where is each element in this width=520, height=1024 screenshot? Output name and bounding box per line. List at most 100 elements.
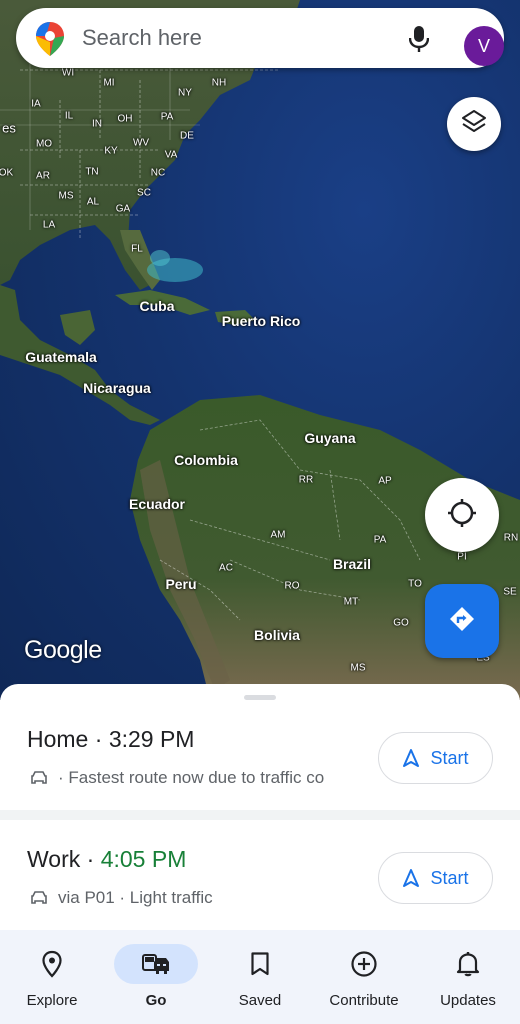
nav-label: Explore — [26, 992, 78, 1009]
car-icon — [30, 770, 48, 786]
google-attribution-logo: Google — [24, 636, 102, 664]
map-label-nh: NH — [211, 77, 227, 89]
map-label-il: IL — [64, 110, 74, 122]
map-label-ap: AP — [378, 475, 392, 487]
crosshair-icon — [447, 498, 477, 533]
map-label-wi: WI — [61, 67, 75, 79]
map-label-mt: MT — [343, 596, 359, 608]
map-label-ar: AR — [36, 170, 50, 182]
map-label-tn: TN — [85, 166, 99, 178]
start-label: Start — [430, 747, 469, 768]
route-separator: · — [80, 846, 101, 872]
map-label-pa-br: PA — [373, 534, 387, 546]
pin-icon — [42, 950, 62, 978]
map-label-ok: OK — [0, 167, 14, 179]
navigation-arrow-icon — [403, 869, 420, 887]
map-label-se: SE — [503, 586, 517, 598]
route-detail-text: via P01 · Light traffic — [58, 888, 213, 907]
map-label-ms: MS — [58, 190, 74, 202]
mic-icon[interactable] — [402, 22, 436, 56]
route-time: 4:05 PM — [100, 846, 187, 872]
start-button-work[interactable]: Start — [378, 852, 493, 904]
nav-label: Updates — [440, 992, 496, 1009]
bell-icon — [456, 952, 480, 977]
map-label-nicaragua: Nicaragua — [83, 380, 151, 396]
nav-item-go[interactable]: Go — [104, 930, 208, 1024]
route-separator: · — [88, 726, 109, 752]
route-place: Home — [27, 726, 89, 752]
divider — [0, 810, 520, 820]
route-title: Work · 4:05 PM — [27, 846, 186, 873]
map-label-am: AM — [270, 529, 286, 541]
nav-label: Saved — [238, 992, 282, 1009]
map-label-ky: KY — [104, 145, 118, 157]
map-label-ro: RO — [284, 580, 300, 592]
route-place: Work — [27, 846, 81, 872]
map-label-mo: MO — [35, 138, 53, 150]
map-label-de: DE — [180, 130, 194, 142]
map-label-al: AL — [86, 196, 100, 208]
my-location-button[interactable] — [425, 478, 499, 552]
map-label-ga: GA — [115, 203, 131, 215]
car-icon — [142, 954, 169, 974]
map-label-ms-br: MS — [350, 662, 366, 674]
map-label-wv: WV — [132, 137, 150, 149]
map-label-bolivia: Bolivia — [254, 627, 300, 643]
map-label-nc: NC — [150, 167, 166, 179]
map-label-mi: MI — [103, 77, 115, 89]
map-label-pa: PA — [160, 111, 174, 123]
map-label-rr: RR — [298, 474, 314, 486]
map-label-go: GO — [393, 617, 409, 629]
map-label-in: IN — [92, 118, 102, 130]
maps-logo-icon — [36, 22, 64, 56]
map-label-colombia: Colombia — [174, 452, 238, 468]
map-label-guatemala: Guatemala — [25, 349, 97, 365]
map-label-pi: PI — [457, 551, 467, 563]
map-label-to: TO — [408, 578, 422, 590]
route-title: Home · 3:29 PM — [27, 726, 194, 753]
map-label-peru: Peru — [165, 576, 197, 592]
map-label-sc: SC — [137, 187, 151, 199]
map-label-ia: IA — [31, 98, 41, 110]
map-label-brazil: Brazil — [332, 556, 372, 572]
map-label-ny: NY — [178, 87, 192, 99]
search-input[interactable] — [82, 22, 382, 54]
layers-button[interactable] — [447, 97, 501, 151]
nav-item-explore[interactable]: Explore — [0, 930, 104, 1024]
route-detail-text: · Fastest route now due to traffic co — [58, 768, 325, 787]
map-label-va: VA — [164, 149, 178, 161]
nav-item-saved[interactable]: Saved — [208, 930, 312, 1024]
map-label-es: es — [2, 120, 16, 136]
directions-icon — [448, 605, 476, 638]
route-card-home[interactable]: Home · 3:29 PM · Fastest route now due t… — [0, 700, 520, 810]
route-detail: via P01 · Light traffic — [30, 888, 370, 908]
nav-item-updates[interactable]: Updates — [416, 930, 520, 1024]
map-label-oh: OH — [117, 113, 133, 125]
bottom-sheet[interactable]: Home · 3:29 PM · Fastest route now due t… — [0, 684, 520, 930]
map-label-guyana: Guyana — [304, 430, 356, 446]
route-card-work[interactable]: Work · 4:05 PM via P01 · Light traffic S… — [0, 820, 520, 930]
start-label: Start — [430, 867, 469, 888]
start-button-home[interactable]: Start — [378, 732, 493, 784]
navigation-arrow-icon — [403, 749, 420, 767]
route-detail: · Fastest route now due to traffic co — [30, 768, 370, 788]
add-circle-icon — [351, 951, 377, 977]
car-icon — [30, 890, 48, 906]
route-time: 3:29 PM — [108, 726, 195, 752]
directions-button[interactable] — [425, 584, 499, 658]
map-label-puerto-rico: Puerto Rico — [221, 313, 301, 329]
nav-item-contribute[interactable]: Contribute — [312, 930, 416, 1024]
nav-label: Go — [145, 992, 167, 1009]
map-label-la: LA — [42, 219, 56, 231]
map-label-ac: AC — [219, 562, 233, 574]
map-label-fl: FL — [131, 243, 143, 255]
bottom-nav-bar: Explore Go Saved Contribute Updates — [0, 930, 520, 1024]
map-label-cuba: Cuba — [139, 298, 175, 314]
avatar[interactable]: V — [464, 26, 504, 66]
map-label-rn: RN — [503, 532, 519, 544]
search-bar[interactable]: V — [16, 8, 504, 68]
map-label-ecuador: Ecuador — [128, 496, 186, 512]
bookmark-icon — [251, 952, 269, 976]
nav-label: Contribute — [329, 992, 399, 1009]
layers-icon — [461, 109, 487, 140]
